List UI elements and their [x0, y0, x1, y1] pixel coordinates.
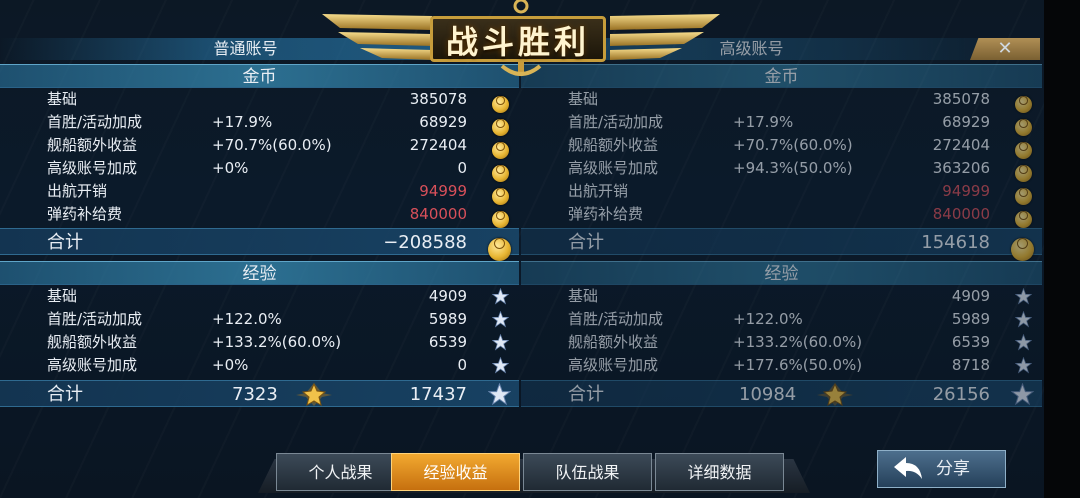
star-icon: [492, 357, 509, 374]
exp-row: 舰船额外收益 +133.2%(60.0%) 6539: [521, 331, 1042, 354]
star-icon: [1015, 288, 1032, 305]
share-arrow-icon: [892, 455, 924, 483]
exp-row: 首胜/活动加成 +122.0% 5989: [0, 308, 519, 331]
gold-row-cost: 出航开销 94999: [521, 180, 1042, 206]
coin-icon: [492, 206, 509, 229]
coin-icon: [1011, 231, 1034, 261]
gold-row-cost: 弹药补给费 840000: [0, 203, 519, 229]
result-tab-bar: 个人战果 经验收益 队伍战果 详细数据: [258, 453, 810, 493]
exp-total-row: 合计 10984 26156: [521, 380, 1042, 407]
gold-row: 舰船额外收益 +70.7%(60.0%) 272404: [0, 134, 519, 160]
tab-detail-data[interactable]: 详细数据: [655, 453, 784, 491]
gold-star-icon: [817, 382, 853, 407]
gold-row: 高级账号加成 +0% 0: [0, 157, 519, 183]
star-icon: [1011, 383, 1034, 406]
star-icon: [1015, 357, 1032, 374]
coin-icon: [1015, 137, 1032, 160]
gold-row: 高级账号加成 +94.3%(50.0%) 363206: [521, 157, 1042, 183]
coin-icon: [492, 91, 509, 114]
victory-title: 战斗胜利: [430, 16, 606, 62]
coin-icon: [1015, 160, 1032, 183]
victory-banner: 战斗胜利: [322, 0, 720, 80]
star-icon: [488, 383, 511, 406]
screen-edge: [1044, 0, 1080, 498]
exp-row: 首胜/活动加成 +122.0% 5989: [521, 308, 1042, 331]
exp-row: 舰船额外收益 +133.2%(60.0%) 6539: [0, 331, 519, 354]
exp-total-row: 合计 7323 17437: [0, 380, 519, 407]
gold-row: 首胜/活动加成 +17.9% 68929: [521, 111, 1042, 137]
standard-account-panel: 普通账号 金币 基础 385078 首胜/活动加成 +17.9% 68929 舰船…: [0, 38, 519, 430]
coin-icon: [1015, 206, 1032, 229]
gold-star-icon: [296, 382, 332, 407]
exp-row: 高级账号加成 +177.6%(50.0%) 8718: [521, 354, 1042, 377]
gold-total-row: 合计 −208588: [0, 228, 519, 261]
coin-icon: [1015, 91, 1032, 114]
exp-row: 基础 4909: [521, 285, 1042, 308]
coin-icon: [492, 114, 509, 137]
premium-account-panel: 高级账号 金币 基础 385078 首胜/活动加成 +17.9% 68929 舰船…: [521, 38, 1042, 430]
coin-icon: [1015, 183, 1032, 206]
star-icon: [492, 288, 509, 305]
exp-row: 高级账号加成 +0% 0: [0, 354, 519, 377]
gold-row: 基础 385078: [521, 88, 1042, 114]
battle-result-screen: 普通账号 金币 基础 385078 首胜/活动加成 +17.9% 68929 舰船…: [0, 0, 1080, 498]
tab-personal-result[interactable]: 个人战果: [276, 453, 405, 491]
exp-section-header: 经验: [0, 261, 519, 285]
exp-row: 基础 4909: [0, 285, 519, 308]
tab-exp-income[interactable]: 经验收益: [391, 453, 520, 491]
share-button[interactable]: 分享: [877, 450, 1006, 488]
coin-icon: [492, 183, 509, 206]
gold-row-cost: 弹药补给费 840000: [521, 203, 1042, 229]
gold-row: 首胜/活动加成 +17.9% 68929: [0, 111, 519, 137]
close-button[interactable]: ✕: [970, 38, 1040, 60]
coin-icon: [488, 231, 511, 261]
gold-row: 基础 385078: [0, 88, 519, 114]
close-icon: ✕: [997, 38, 1013, 59]
gold-total-row: 合计 154618: [521, 228, 1042, 261]
star-icon: [492, 334, 509, 351]
coin-icon: [1015, 114, 1032, 137]
tab-team-result[interactable]: 队伍战果: [523, 453, 652, 491]
gold-row-cost: 出航开销 94999: [0, 180, 519, 206]
star-icon: [1015, 334, 1032, 351]
coin-icon: [492, 160, 509, 183]
exp-section-header: 经验: [521, 261, 1042, 285]
gold-row: 舰船额外收益 +70.7%(60.0%) 272404: [521, 134, 1042, 160]
star-icon: [492, 311, 509, 328]
coin-icon: [492, 137, 509, 160]
star-icon: [1015, 311, 1032, 328]
